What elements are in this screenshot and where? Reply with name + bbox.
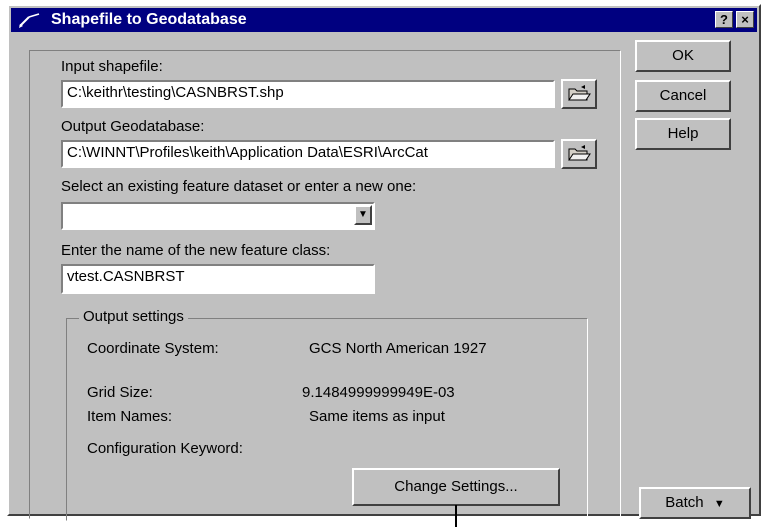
title-bar: Shapefile to Geodatabase ? × <box>11 8 757 32</box>
close-icon[interactable]: × <box>736 11 754 28</box>
feature-dataset-combobox[interactable]: ▼ <box>61 202 375 230</box>
item-names-value: Same items as input <box>309 408 445 425</box>
batch-label: Batch <box>665 494 704 511</box>
input-shapefile-label: Input shapefile: <box>61 58 163 75</box>
output-geodatabase-label: Output Geodatabase: <box>61 118 205 135</box>
input-shapefile-field[interactable]: C:\keithr\testing\CASNBRST.shp <box>61 80 555 108</box>
configuration-keyword-label: Configuration Keyword: <box>87 440 243 457</box>
open-folder-icon <box>567 145 591 167</box>
output-settings-title: Output settings <box>79 308 188 325</box>
coordinate-system-label: Coordinate System: <box>87 340 219 357</box>
coordinate-system-value: GCS North American 1927 <box>309 340 487 357</box>
feature-class-field[interactable]: vtest.CASNBRST <box>61 264 375 294</box>
pencil-icon <box>17 11 43 29</box>
window-title: Shapefile to Geodatabase <box>51 11 247 28</box>
open-folder-icon <box>567 85 591 107</box>
change-settings-button[interactable]: Change Settings... <box>352 468 560 506</box>
grid-size-label: Grid Size: <box>87 384 153 401</box>
help-button[interactable]: Help <box>635 118 731 150</box>
chevron-down-icon: ▼ <box>713 498 725 510</box>
output-geodatabase-field[interactable]: C:\WINNT\Profiles\keith\Application Data… <box>61 140 555 168</box>
callout-line <box>455 505 457 527</box>
chevron-down-icon[interactable]: ▼ <box>354 205 372 225</box>
grid-size-value: 9.1484999999949E-03 <box>302 384 455 401</box>
cancel-button[interactable]: Cancel <box>635 80 731 112</box>
title-help-button[interactable]: ? <box>715 11 733 28</box>
batch-button[interactable]: Batch ▼ <box>639 487 751 519</box>
feature-class-label: Enter the name of the new feature class: <box>61 242 331 259</box>
browse-output-button[interactable] <box>561 139 597 169</box>
item-names-label: Item Names: <box>87 408 173 425</box>
browse-input-button[interactable] <box>561 79 597 109</box>
feature-dataset-label: Select an existing feature dataset or en… <box>61 178 417 195</box>
ok-button[interactable]: OK <box>635 40 731 72</box>
shapefile-to-geodatabase-dialog: Shapefile to Geodatabase ? × Input shape… <box>7 4 761 521</box>
